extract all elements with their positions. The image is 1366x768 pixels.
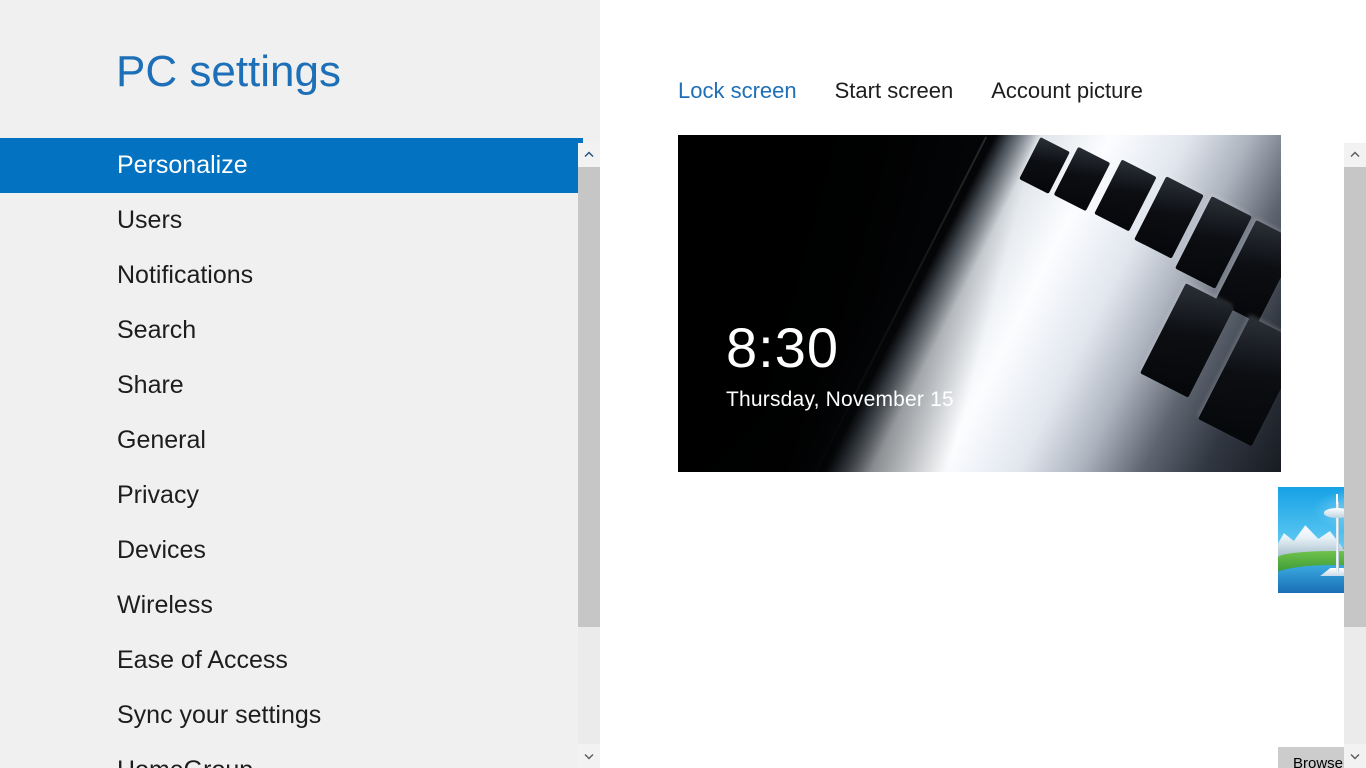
sidebar-item-label: Notifications — [117, 261, 254, 289]
sidebar-item-ease-of-access[interactable]: Ease of Access — [0, 633, 583, 688]
content-scroll-region: 8:30 Thursday, November 15 Browse — [600, 135, 1366, 768]
sidebar-item-label: Share — [117, 371, 184, 399]
clock-date: Thursday, November 15 — [726, 388, 954, 411]
tab-start-screen[interactable]: Start screen — [835, 78, 954, 104]
tab-label: Lock screen — [678, 78, 797, 103]
sidebar-item-label: Users — [117, 206, 183, 234]
tab-account-picture[interactable]: Account picture — [991, 78, 1143, 104]
content-scrollbar-track[interactable] — [1344, 627, 1366, 744]
sidebar-item-devices[interactable]: Devices — [0, 523, 583, 578]
chevron-down-icon[interactable] — [1344, 744, 1366, 768]
settings-content-pane: Lock screen Start screen Account picture — [600, 0, 1366, 768]
sidebar-item-label: Sync your settings — [117, 701, 322, 729]
clock-time: 8:30 — [726, 316, 839, 379]
content-scrollbar[interactable] — [1344, 143, 1366, 768]
sidebar-item-users[interactable]: Users — [0, 193, 583, 248]
sidebar-item-label: Devices — [117, 536, 206, 564]
sidebar-item-label: Personalize — [117, 151, 248, 179]
tab-label: Account picture — [991, 78, 1143, 103]
sidebar-item-wireless[interactable]: Wireless — [0, 578, 583, 633]
sidebar-scrollbar-track[interactable] — [578, 627, 600, 744]
sidebar-item-label: HomeGroup — [117, 756, 253, 768]
sidebar-item-general[interactable]: General — [0, 413, 583, 468]
sidebar-item-search[interactable]: Search — [0, 303, 583, 358]
sidebar-item-notifications[interactable]: Notifications — [0, 248, 583, 303]
tab-label: Start screen — [834, 78, 954, 103]
sidebar-item-label: General — [117, 426, 206, 454]
chevron-down-icon[interactable] — [578, 744, 600, 768]
personalize-tabs: Lock screen Start screen Account picture — [678, 78, 1143, 104]
sidebar-item-label: Privacy — [117, 481, 199, 509]
sidebar-scrollbar[interactable] — [578, 143, 600, 768]
sidebar-item-share[interactable]: Share — [0, 358, 583, 413]
sidebar-nav-list: Personalize Users Notifications Search S… — [0, 138, 583, 768]
preview-dark-gradient — [678, 135, 1281, 472]
sidebar-item-label: Ease of Access — [117, 646, 288, 674]
page-title: PC settings — [116, 47, 341, 96]
sidebar-item-label: Search — [117, 316, 197, 344]
lock-screen-clock: 8:30 Thursday, November 15 — [726, 320, 954, 412]
sidebar-scrollbar-thumb[interactable] — [578, 167, 600, 627]
sidebar-item-homegroup[interactable]: HomeGroup — [0, 743, 583, 768]
tab-lock-screen[interactable]: Lock screen — [678, 78, 797, 104]
sidebar-item-personalize[interactable]: Personalize — [0, 138, 583, 193]
lock-screen-preview[interactable]: 8:30 Thursday, November 15 — [678, 135, 1281, 472]
pc-settings-window: PC settings Personalize Users Notificati… — [0, 0, 1366, 768]
chevron-up-icon[interactable] — [1344, 143, 1366, 167]
content-scrollbar-thumb[interactable] — [1344, 167, 1366, 627]
sidebar-item-sync-your-settings[interactable]: Sync your settings — [0, 688, 583, 743]
settings-sidebar: PC settings Personalize Users Notificati… — [0, 0, 600, 768]
sidebar-item-label: Wireless — [117, 591, 213, 619]
sidebar-item-privacy[interactable]: Privacy — [0, 468, 583, 523]
chevron-up-icon[interactable] — [578, 143, 600, 167]
